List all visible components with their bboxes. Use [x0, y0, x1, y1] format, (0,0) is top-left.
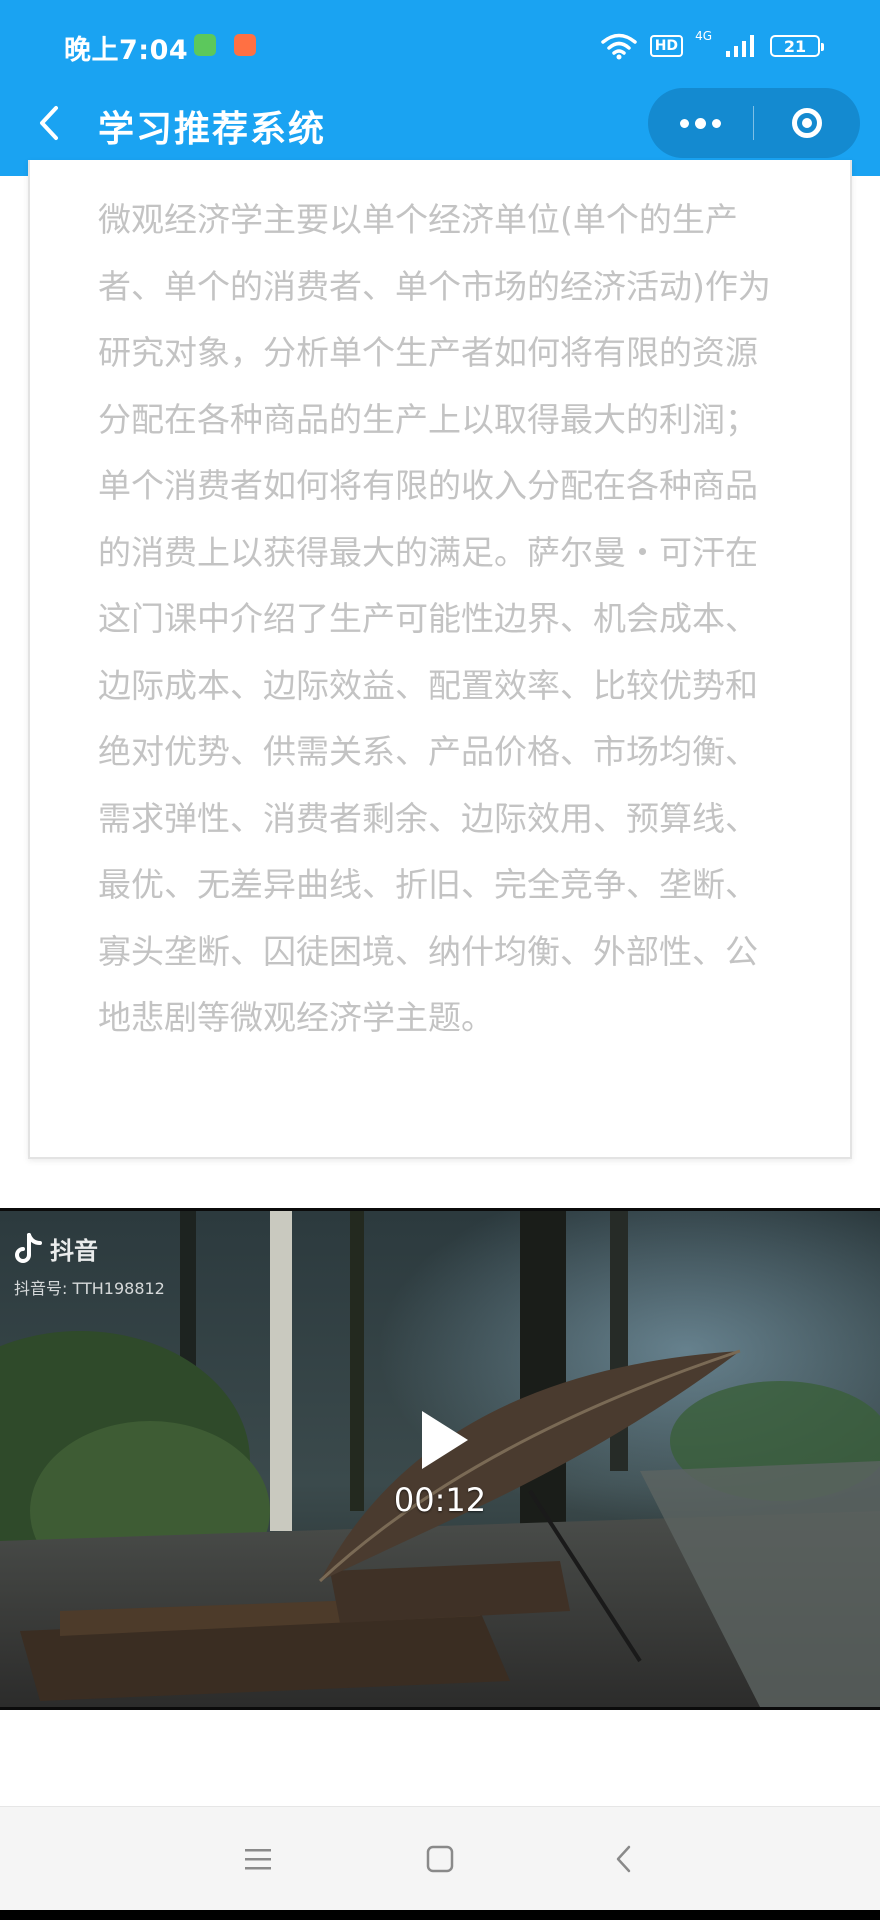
tiktok-account-id: 抖音号: TTH198812 — [14, 1279, 165, 1298]
hd-badge: HD — [649, 35, 684, 57]
system-back-button[interactable] — [602, 1837, 646, 1881]
more-dots-icon — [680, 118, 689, 128]
video-player[interactable]: 抖音 抖音号: TTH198812 00:12 — [0, 1208, 880, 1710]
battery-level: 21 — [783, 36, 807, 56]
status-time: 晚上7:04 — [64, 35, 189, 66]
tiktok-logo-icon — [15, 1232, 42, 1263]
system-navigation-bar — [0, 1806, 880, 1911]
square-home-icon — [426, 1845, 454, 1873]
wifi-icon — [600, 33, 637, 60]
target-circle-icon — [792, 108, 822, 138]
page-title: 学习推荐系统 — [98, 109, 327, 150]
status-indicators: HD 4G 21 — [600, 28, 824, 64]
header: 晚上7:04 HD 4G 21 学习推荐系统 — [0, 0, 880, 176]
video-duration: 00:12 — [393, 1481, 487, 1519]
mini-program-capsule — [648, 88, 860, 158]
chevron-left-icon — [616, 1845, 631, 1873]
course-description-card: 微观经济学主要以单个经济单位(单个的生产者、单个的消费者、单个市场的经济活动)作… — [28, 160, 852, 1159]
network-type: 4G — [695, 29, 712, 43]
screen-bottom-edge — [0, 1910, 880, 1920]
play-icon[interactable] — [416, 1407, 472, 1473]
menu-button[interactable] — [236, 1837, 280, 1881]
more-button[interactable] — [648, 88, 753, 158]
battery-icon: 21 — [770, 35, 824, 57]
back-button[interactable] — [30, 100, 70, 146]
signal-icon — [726, 35, 754, 57]
menu-lines-icon — [245, 1849, 271, 1870]
notification-app-icon — [194, 34, 216, 56]
home-button[interactable] — [418, 1837, 462, 1881]
close-mini-program-button[interactable] — [754, 88, 860, 158]
tiktok-brand-name: 抖音 — [50, 1237, 98, 1265]
notification-video-icon — [234, 34, 256, 56]
tiktok-watermark: 抖音 — [14, 1231, 98, 1266]
chevron-left-icon — [40, 106, 58, 140]
status-bar: 晚上7:04 HD 4G 21 — [0, 0, 880, 90]
course-description: 微观经济学主要以单个经济单位(单个的生产者、单个的消费者、单个市场的经济活动)作… — [98, 200, 771, 1037]
